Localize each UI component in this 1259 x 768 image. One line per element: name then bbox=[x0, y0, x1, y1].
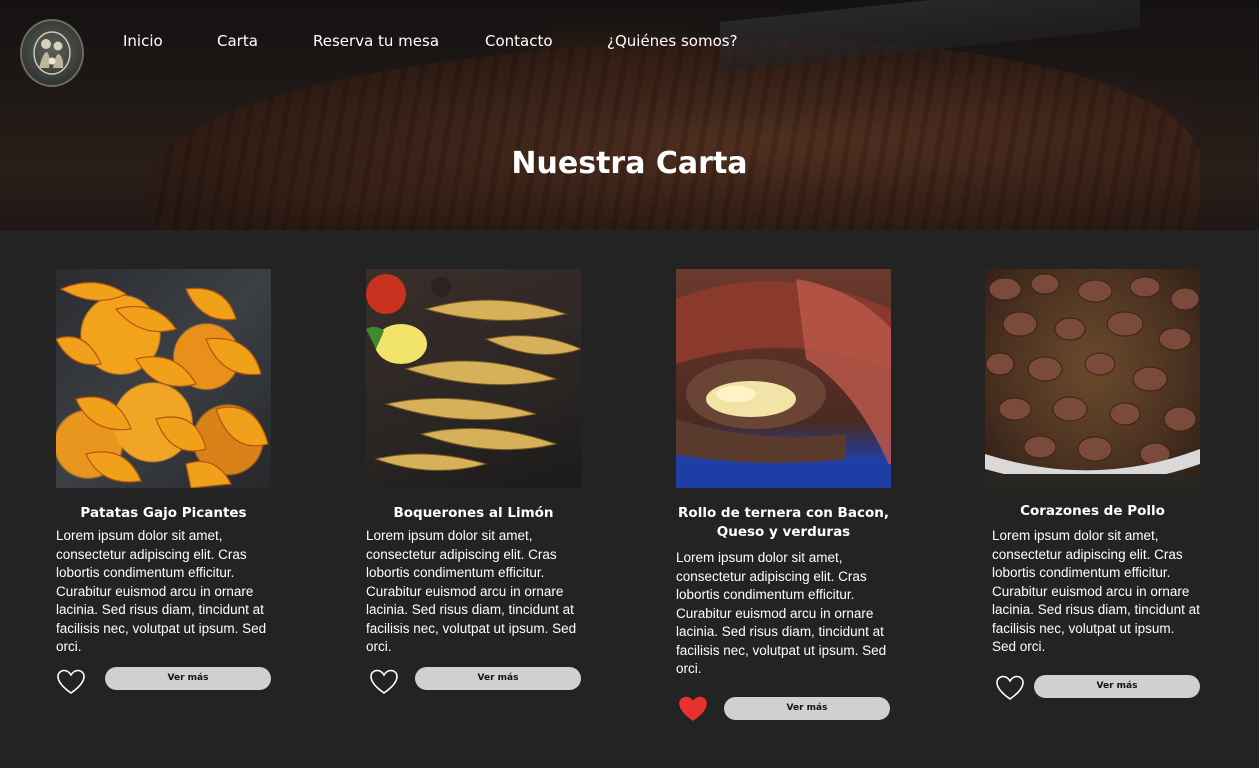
main-nav: Inicio Carta Reserva tu mesa Contacto ¿Q… bbox=[0, 0, 1259, 82]
dish-image[interactable] bbox=[366, 269, 581, 488]
dish-image[interactable] bbox=[56, 269, 271, 488]
dish-title: Patatas Gajo Picantes bbox=[80, 505, 247, 521]
page-title: Nuestra Carta bbox=[511, 146, 748, 181]
dish-title: Rollo de ternera con Bacon, Queso y verd… bbox=[678, 505, 889, 540]
nav-item-quienes-somos[interactable]: ¿Quiénes somos? bbox=[607, 32, 738, 50]
ver-mas-button[interactable]: Ver más bbox=[1034, 675, 1200, 698]
ver-mas-button[interactable]: Ver más bbox=[105, 667, 271, 690]
menu-card: Corazones de Pollo Lorem ipsum dolor sit… bbox=[985, 269, 1200, 700]
nav-item-contacto[interactable]: Contacto bbox=[485, 32, 553, 50]
ver-mas-button[interactable]: Ver más bbox=[724, 697, 890, 720]
dish-description: Lorem ipsum dolor sit amet, consectetur … bbox=[676, 550, 887, 676]
dish-image[interactable] bbox=[985, 269, 1200, 488]
dish-description: Lorem ipsum dolor sit amet, consectetur … bbox=[992, 528, 1200, 654]
dish-title: Corazones de Pollo bbox=[1020, 503, 1165, 519]
heart-icon[interactable] bbox=[56, 668, 86, 696]
dish-image[interactable] bbox=[676, 269, 891, 488]
heart-icon[interactable] bbox=[369, 668, 399, 696]
dish-description: Lorem ipsum dolor sit amet, consectetur … bbox=[366, 528, 577, 654]
heart-icon[interactable] bbox=[678, 695, 708, 723]
nav-item-inicio[interactable]: Inicio bbox=[123, 32, 163, 50]
menu-card: Rollo de ternera con Bacon, Queso y verd… bbox=[676, 269, 891, 721]
dish-title: Boquerones al Limón bbox=[393, 505, 554, 521]
menu-card: Boquerones al Limón Lorem ipsum dolor si… bbox=[366, 269, 581, 694]
nav-item-reserva[interactable]: Reserva tu mesa bbox=[313, 32, 439, 50]
heart-icon[interactable] bbox=[995, 674, 1025, 702]
menu-card: Patatas Gajo Picantes Lorem ipsum dolor … bbox=[56, 269, 271, 694]
nav-item-carta[interactable]: Carta bbox=[217, 32, 258, 50]
dish-description: Lorem ipsum dolor sit amet, consectetur … bbox=[56, 528, 267, 654]
ver-mas-button[interactable]: Ver más bbox=[415, 667, 581, 690]
